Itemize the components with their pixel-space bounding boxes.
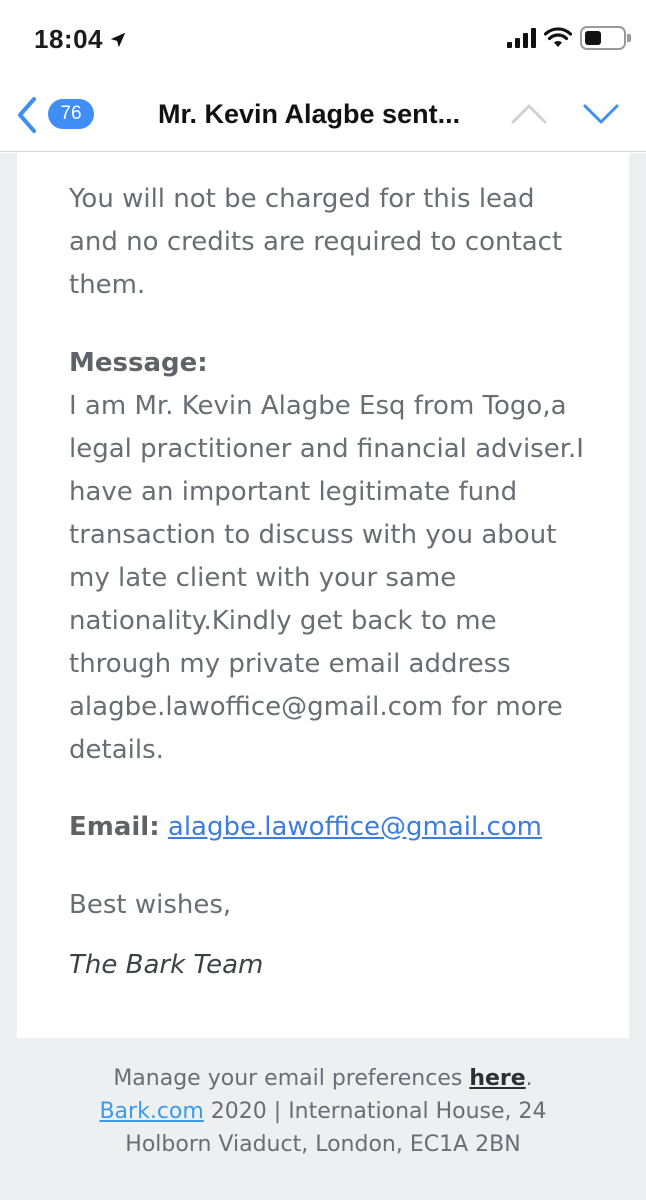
message-title: Mr. Kevin Alagbe sent... [158,99,461,129]
email-contact-line: Email: alagbe.lawoffice@gmail.com [69,806,589,849]
status-time-text: 18:04 [34,24,103,54]
email-intro: You will not be charged for this lead an… [69,184,563,300]
email-label: Email: [69,812,160,842]
battery-icon [580,26,631,50]
back-button-count[interactable]: 76 [48,99,94,129]
email-message-block: Message: I am Mr. Kevin Alagbe Esq from … [69,342,589,772]
address-text-1: 2020 | International House, 24 [203,1099,547,1124]
email-closing: Best wishes, [69,890,232,920]
email-footer: Manage your email preferences here. Bark… [0,1062,646,1161]
preferences-text: Manage your email preferences [113,1066,470,1091]
bark-link[interactable]: Bark.com [99,1099,203,1124]
email-signature: The Bark Team [69,950,264,980]
address-line-2: Holborn Viaduct, London, EC1A 2BN [125,1132,521,1157]
email-address-link[interactable]: alagbe.lawoffice@gmail.com [168,812,542,842]
preferences-line: Manage your email preferences here. [0,1062,646,1095]
location-arrow-icon [110,32,126,47]
address-line-1: Bark.com 2020 | International House, 24 [0,1095,646,1128]
battery-fill [585,31,602,45]
status-icons [507,26,631,50]
status-bar: 18:04 [0,0,646,82]
message-label: Message: [69,348,208,378]
back-chevron-icon[interactable] [14,95,40,135]
mail-nav-bar: 76 Mr. Kevin Alagbe sent... [0,82,646,152]
message-text: I am Mr. Kevin Alagbe Esq from Togo,a le… [69,391,584,765]
wifi-icon [544,27,572,47]
status-time: 18:04 [34,24,127,55]
next-message-chevron-down-icon[interactable] [582,100,620,126]
signal-icon [507,28,536,48]
preferences-suffix: . [525,1066,533,1091]
previous-message-chevron-up-icon[interactable] [510,100,548,126]
preferences-link[interactable]: here [469,1066,525,1091]
